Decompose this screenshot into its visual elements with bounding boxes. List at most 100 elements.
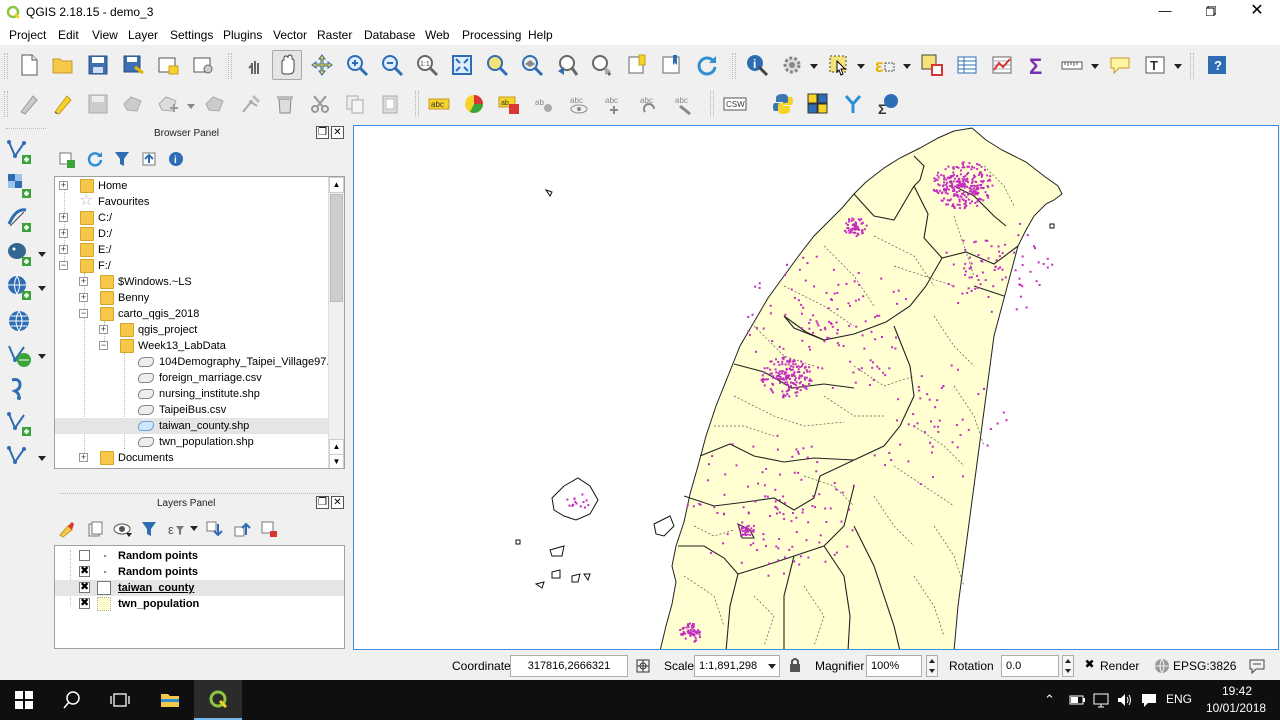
tree-item-drive-d[interactable]: + D:/: [55, 226, 330, 242]
chevron-down-icon[interactable]: [810, 64, 818, 69]
info-icon[interactable]: i: [167, 150, 185, 168]
menu-vector[interactable]: Vector: [273, 28, 307, 42]
refresh-icon[interactable]: [86, 150, 104, 168]
text-annotation-icon[interactable]: T: [1140, 50, 1170, 80]
clock-time[interactable]: 19:42: [1222, 684, 1252, 698]
tree-item-home[interactable]: + Home: [55, 178, 330, 194]
task-view-icon[interactable]: [96, 680, 144, 720]
highlight-labels-icon[interactable]: ab: [494, 89, 524, 119]
layer-visibility-checkbox[interactable]: ✖: [79, 598, 90, 609]
tree-item-week13-labdata[interactable]: − Week13_LabData: [55, 338, 330, 354]
close-panel-icon[interactable]: ✕: [331, 496, 344, 509]
toolbar-grip[interactable]: [415, 91, 419, 117]
deselect-features-icon[interactable]: [917, 50, 947, 80]
pin-labels-icon[interactable]: ab: [529, 89, 559, 119]
coordinate-field[interactable]: 317816,2666321: [510, 655, 628, 677]
tree-item-foreign-marriage[interactable]: foreign_marriage.csv: [55, 370, 330, 386]
add-feature-icon[interactable]: [118, 89, 148, 119]
identify-features-icon[interactable]: i: [742, 50, 772, 80]
tree-item-drive-e[interactable]: + E:/: [55, 242, 330, 258]
chevron-down-icon[interactable]: [903, 64, 911, 69]
magnifier-spinner[interactable]: [926, 655, 938, 677]
scroll-thumb[interactable]: [330, 194, 343, 302]
add-selected-layers-icon[interactable]: [58, 150, 76, 168]
layer-visibility-checkbox[interactable]: ✖: [79, 582, 90, 593]
lock-icon[interactable]: [786, 656, 804, 674]
new-project-icon[interactable]: [14, 50, 44, 80]
zoom-in-icon[interactable]: [342, 50, 372, 80]
toolbar-grip[interactable]: [6, 128, 46, 129]
float-panel-icon[interactable]: ❐: [316, 496, 329, 509]
chevron-up-icon[interactable]: ⌃: [1044, 692, 1055, 708]
select-by-expression-icon[interactable]: ε: [870, 50, 900, 80]
scroll-up-icon[interactable]: ▲: [329, 439, 344, 455]
render-checkbox[interactable]: ✖: [1084, 658, 1095, 671]
current-edits-icon[interactable]: [14, 89, 44, 119]
grid-plugin-icon[interactable]: [803, 89, 833, 119]
remove-layer-icon[interactable]: [260, 520, 278, 538]
layer-diagram-icon[interactable]: [459, 89, 489, 119]
touch-zoom-icon[interactable]: [240, 50, 270, 80]
collapse-all-icon[interactable]: [140, 150, 158, 168]
menu-view[interactable]: View: [92, 28, 118, 42]
statistical-summary-icon[interactable]: [987, 50, 1017, 80]
change-label-icon[interactable]: abc: [669, 89, 699, 119]
layer-item-taiwan-county[interactable]: ✖ taiwan_county: [55, 580, 344, 596]
new-shapefile-icon[interactable]: [4, 374, 34, 404]
expand-all-icon[interactable]: [205, 520, 223, 538]
rotation-field[interactable]: 0.0: [1001, 655, 1059, 677]
chevron-down-icon[interactable]: [187, 104, 195, 109]
scroll-up-icon[interactable]: ▲: [329, 177, 344, 193]
chevron-down-icon[interactable]: [1174, 64, 1182, 69]
rotation-spinner[interactable]: [1062, 655, 1074, 677]
add-raster-layer-icon[interactable]: [4, 170, 34, 200]
tree-item-nursing-institute[interactable]: nursing_institute.shp: [55, 386, 330, 402]
pan-map-icon[interactable]: [272, 50, 302, 80]
menu-edit[interactable]: Edit: [58, 28, 79, 42]
zoom-actual-size-icon[interactable]: 1:1: [412, 50, 442, 80]
layer-item-twn-population[interactable]: ✖ twn_population: [55, 596, 344, 612]
new-map-view-icon[interactable]: [622, 50, 652, 80]
add-wfs-layer-icon[interactable]: [4, 340, 34, 370]
save-layer-edits-icon[interactable]: [83, 89, 113, 119]
clock-date[interactable]: 10/01/2018: [1206, 701, 1266, 715]
zoom-out-icon[interactable]: [377, 50, 407, 80]
help-icon[interactable]: ?: [1202, 50, 1232, 80]
zoom-last-icon[interactable]: [552, 50, 582, 80]
menu-web[interactable]: Web: [425, 28, 449, 42]
menu-database[interactable]: Database: [364, 28, 415, 42]
python-console-icon[interactable]: [768, 89, 798, 119]
filter-legend-icon[interactable]: [140, 520, 158, 538]
new-bookmark-icon[interactable]: [657, 50, 687, 80]
tree-item-windows-ls[interactable]: + $Windows.~LS: [55, 274, 330, 290]
copy-features-icon[interactable]: [340, 89, 370, 119]
crs-label[interactable]: EPSG:3826: [1173, 659, 1236, 673]
panel-splitter[interactable]: [60, 493, 340, 494]
minimize-icon[interactable]: —: [1142, 0, 1188, 24]
chevron-down-icon[interactable]: [38, 456, 46, 461]
show-hide-labels-icon[interactable]: abc: [564, 89, 594, 119]
power-icon[interactable]: [1068, 691, 1086, 709]
collapse-all-icon[interactable]: [233, 520, 251, 538]
cut-features-icon[interactable]: [305, 89, 335, 119]
new-spatialite-layer-icon[interactable]: [4, 408, 34, 438]
toolbar-grip[interactable]: [732, 53, 736, 79]
select-features-icon[interactable]: [824, 50, 854, 80]
add-group-icon[interactable]: [86, 520, 104, 538]
network-icon[interactable]: [1092, 691, 1110, 709]
save-project-icon[interactable]: [83, 50, 113, 80]
add-postgis-layer-icon[interactable]: [4, 238, 34, 268]
network-analysis-icon[interactable]: [838, 89, 868, 119]
add-wcs-layer-icon[interactable]: [4, 306, 34, 336]
chevron-down-icon[interactable]: [38, 354, 46, 359]
new-temporary-layer-icon[interactable]: [4, 442, 34, 472]
browser-scrollbar[interactable]: ▲ ▲ ▼: [328, 177, 344, 468]
tree-item-benny[interactable]: + Benny: [55, 290, 330, 306]
layer-labeling-icon[interactable]: abc: [424, 89, 454, 119]
toolbar-grip[interactable]: [1190, 53, 1194, 79]
map-tips-icon[interactable]: [1105, 50, 1135, 80]
open-project-icon[interactable]: [48, 50, 78, 80]
menu-project[interactable]: Project: [9, 28, 46, 42]
tree-item-twn-population[interactable]: twn_population.shp: [55, 434, 330, 450]
zoom-full-icon[interactable]: [447, 50, 477, 80]
